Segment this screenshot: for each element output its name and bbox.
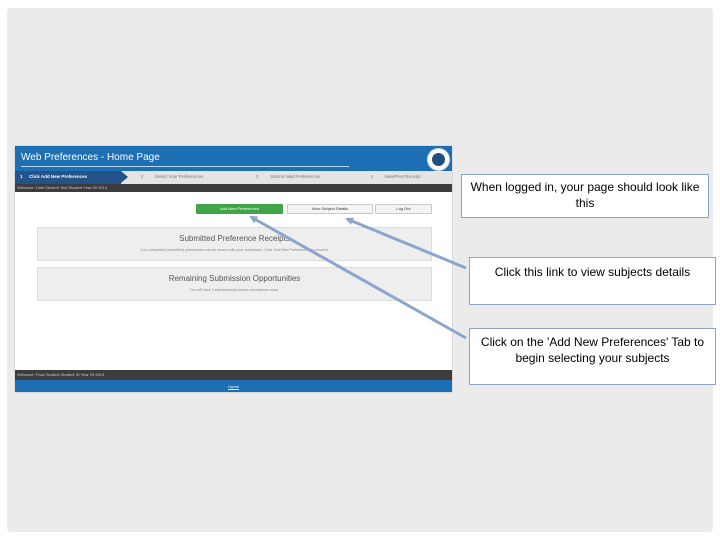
callout-subjects-link: Click this link to view subjects details (469, 257, 716, 305)
callout-logged-in: When logged in, your page should look li… (461, 174, 709, 218)
callout-add-tab: Click on the 'Add New Preferences' Tab t… (469, 328, 716, 385)
arrow-to-view-subjects (345, 217, 467, 270)
arrow-to-add-preferences (249, 215, 467, 340)
